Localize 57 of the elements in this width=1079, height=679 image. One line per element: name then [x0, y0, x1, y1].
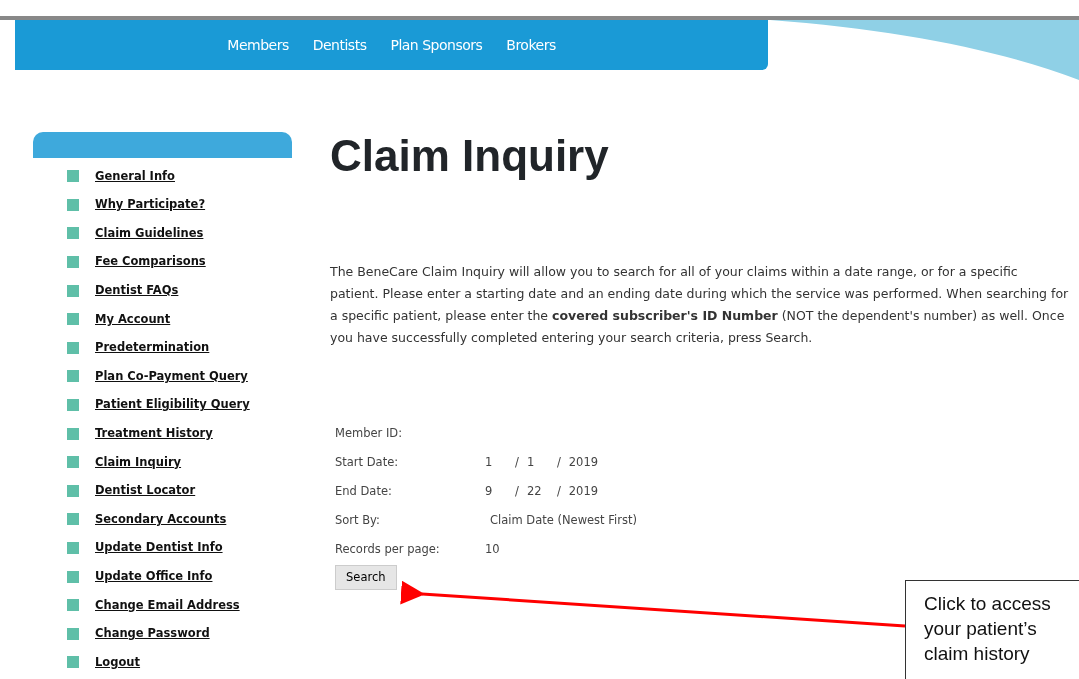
sidebar-link[interactable]: Logout [95, 653, 141, 671]
field-label: Sort By: [335, 511, 381, 529]
bullet-icon [67, 542, 79, 554]
bullet-icon [67, 599, 79, 612]
sidebar-link[interactable]: Patient Eligibility Query [95, 396, 250, 414]
sidebar-link[interactable]: Dentist FAQs [95, 282, 179, 300]
bullet-icon [67, 456, 79, 469]
sidebar-link[interactable]: Update Dentist Info [95, 539, 223, 557]
sidebar-link[interactable]: Treatment History [95, 425, 213, 443]
bullet-icon [67, 427, 79, 440]
field-label: Member ID: [335, 424, 404, 442]
bullet-icon [67, 570, 79, 583]
search-button[interactable]: Search [335, 564, 397, 591]
sidebar-link[interactable]: Claim Guidelines [95, 224, 204, 243]
date-separator: / [556, 482, 561, 500]
page-title: Claim Inquiry [330, 130, 610, 182]
input-field[interactable]: 10 [485, 540, 635, 558]
date-field[interactable]: 1 [526, 453, 557, 471]
sidebar-link[interactable]: Update Office Info [95, 568, 213, 586]
bullet-icon [67, 256, 79, 269]
date-field[interactable]: 2019 [568, 482, 599, 500]
date-separator: / [556, 453, 561, 471]
intro-paragraph: The BeneCare Claim Inquiry will allow you to search for all of your claims within a date range, or for a specific patient. Please enter a starting date and an ending date during which the service was performed. When searching for a specific patient, please enter the covered subscriber's ID Number (NOT the dependent's number) as well. Once you have successfully completed entering your search criteria, press Search. [330, 262, 1070, 347]
bullet-icon [67, 656, 79, 669]
sidebar-link[interactable]: Claim Inquiry [95, 453, 182, 471]
bullet-icon [67, 313, 79, 326]
sidebar-link[interactable]: Change Password [95, 625, 210, 643]
sidebar-link[interactable]: Change Email Address [95, 596, 240, 614]
sort-dropdown[interactable]: Claim Date (Newest First) [485, 511, 637, 529]
bullet-icon [67, 198, 79, 211]
date-field[interactable]: 9 [485, 482, 515, 500]
bullet-icon [67, 341, 79, 354]
date-field[interactable]: 2019 [568, 453, 599, 471]
field-label: End Date: [335, 482, 393, 500]
date-separator: / [515, 453, 519, 471]
bullet-icon [67, 370, 79, 383]
sidebar-link[interactable]: Why Participate? [95, 196, 206, 214]
bullet-icon [67, 484, 79, 497]
sidebar-link[interactable]: General Info [95, 167, 175, 185]
bullet-icon [67, 399, 79, 412]
sidebar-link[interactable]: Predetermination [95, 339, 210, 357]
callout-text: Click to access your patient’s claim history [905, 580, 1079, 679]
sidebar-link[interactable]: Secondary Accounts [95, 510, 227, 529]
date-field[interactable]: 1 [485, 453, 515, 471]
sidebar-link[interactable]: Dentist Locator [95, 482, 196, 500]
bullet-icon [67, 284, 79, 297]
date-separator: / [515, 482, 519, 500]
bullet-icon [67, 170, 79, 183]
field-label: Start Date: [335, 453, 400, 471]
bullet-icon [67, 627, 79, 640]
bullet-icon [67, 513, 79, 526]
date-field[interactable]: 22 [526, 482, 557, 500]
sidebar-link[interactable]: Plan Co-Payment Query [95, 367, 248, 386]
field-label: Records per page: [335, 540, 441, 558]
sidebar-link[interactable]: Fee Comparisons [95, 253, 206, 271]
sidebar-link[interactable]: My Account [95, 310, 171, 328]
bullet-icon [67, 227, 79, 240]
